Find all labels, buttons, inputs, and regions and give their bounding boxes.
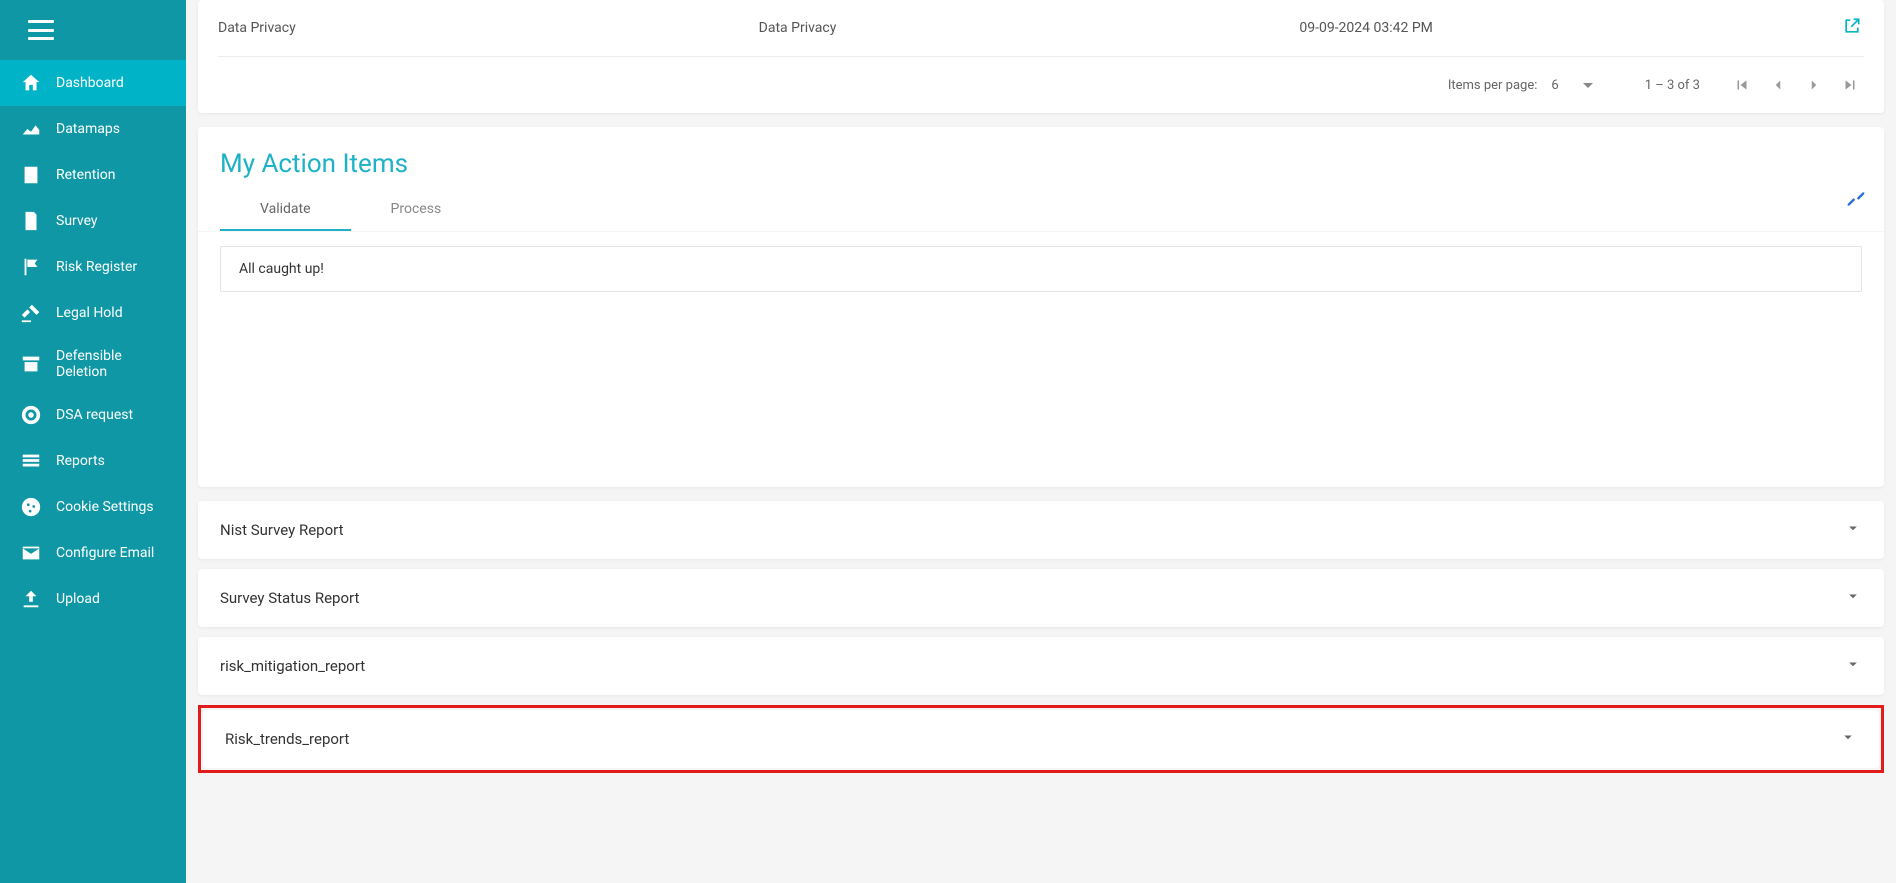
main-content: Data Privacy Data Privacy 09-09-2024 03:… <box>186 0 1896 883</box>
tab-validate[interactable]: Validate <box>220 189 351 231</box>
paginator: Items per page: 6 1 – 3 of 3 <box>218 57 1864 113</box>
cell-date: 09-09-2024 03:42 PM <box>1299 20 1840 36</box>
chevron-left-icon <box>1769 76 1787 94</box>
sidebar-item-label: Reports <box>56 453 105 469</box>
sidebar-item-label: Configure Email <box>56 545 154 561</box>
empty-state-message: All caught up! <box>220 246 1862 292</box>
sidebar-item-configure-email[interactable]: Configure Email <box>0 530 186 576</box>
sidebar: Dashboard Datamaps Retention Survey Risk… <box>0 0 186 883</box>
action-items-panel: My Action Items Validate Process All cau… <box>198 127 1884 487</box>
pager-label: Items per page: <box>1448 78 1538 93</box>
sidebar-item-label: Survey <box>56 213 98 229</box>
sidebar-item-label: Legal Hold <box>56 305 123 321</box>
list-icon <box>20 450 42 472</box>
open-external-button[interactable] <box>1840 16 1864 40</box>
first-page-icon <box>1733 76 1751 94</box>
sidebar-item-label: DSA request <box>56 407 133 423</box>
last-page-button[interactable] <box>1836 71 1864 99</box>
sidebar-item-dsa-request[interactable]: DSA request <box>0 392 186 438</box>
chevron-down-icon <box>1839 728 1857 750</box>
sidebar-item-label: Datamaps <box>56 121 120 137</box>
items-per-page-select[interactable]: 6 <box>1551 78 1592 93</box>
chevron-down-icon <box>1844 587 1862 609</box>
accordion-survey-status-report[interactable]: Survey Status Report <box>198 569 1884 627</box>
expand-panel-button[interactable] <box>1846 189 1866 213</box>
chevron-down-icon <box>1844 655 1862 677</box>
accordion-risk-mitigation-report[interactable]: risk_mitigation_report <box>198 637 1884 695</box>
sidebar-item-label: Retention <box>56 167 116 183</box>
accordion-risk-trends-report[interactable]: Risk_trends_report <box>203 710 1879 768</box>
accordion-title: risk_mitigation_report <box>220 657 365 675</box>
gavel-icon <box>20 302 42 324</box>
first-page-button[interactable] <box>1728 71 1756 99</box>
last-page-icon <box>1841 76 1859 94</box>
sidebar-item-datamaps[interactable]: Datamaps <box>0 106 186 152</box>
building-icon <box>20 164 42 186</box>
tab-content: All caught up! <box>198 232 1884 306</box>
tab-process[interactable]: Process <box>351 189 482 231</box>
hamburger-icon <box>28 20 54 40</box>
next-page-button[interactable] <box>1800 71 1828 99</box>
action-tabs: Validate Process <box>198 189 1884 232</box>
sidebar-item-upload[interactable]: Upload <box>0 576 186 622</box>
open-external-icon <box>1842 16 1862 36</box>
top-panel: Data Privacy Data Privacy 09-09-2024 03:… <box>198 0 1884 113</box>
pager-range: 1 – 3 of 3 <box>1645 78 1700 93</box>
sidebar-item-label: Upload <box>56 591 100 607</box>
prev-page-button[interactable] <box>1764 71 1792 99</box>
table-row: Data Privacy Data Privacy 09-09-2024 03:… <box>218 0 1864 57</box>
cell-category: Data Privacy <box>218 20 759 36</box>
chevron-right-icon <box>1805 76 1823 94</box>
accordion-nist-survey-report[interactable]: Nist Survey Report <box>198 501 1884 559</box>
cell-name: Data Privacy <box>759 20 1300 36</box>
menu-toggle-button[interactable] <box>0 0 186 60</box>
sidebar-item-risk-register[interactable]: Risk Register <box>0 244 186 290</box>
sidebar-item-label: Cookie Settings <box>56 499 154 515</box>
sidebar-item-reports[interactable]: Reports <box>0 438 186 484</box>
dropdown-arrow-icon <box>1583 83 1593 88</box>
envelope-icon <box>20 542 42 564</box>
life-ring-icon <box>20 404 42 426</box>
archive-icon <box>20 353 42 375</box>
accordion-title: Nist Survey Report <box>220 521 344 539</box>
flag-icon <box>20 256 42 278</box>
sidebar-item-cookie-settings[interactable]: Cookie Settings <box>0 484 186 530</box>
cookie-icon <box>20 496 42 518</box>
home-icon <box>20 72 42 94</box>
pager-value: 6 <box>1551 78 1558 93</box>
section-title: My Action Items <box>198 127 1884 189</box>
sidebar-item-label: Dashboard <box>56 75 124 91</box>
sidebar-item-dashboard[interactable]: Dashboard <box>0 60 186 106</box>
chevron-down-icon <box>1844 519 1862 541</box>
highlighted-accordion-wrap: Risk_trends_report <box>198 705 1884 773</box>
chart-area-icon <box>20 118 42 140</box>
sidebar-item-legal-hold[interactable]: Legal Hold <box>0 290 186 336</box>
sidebar-item-survey[interactable]: Survey <box>0 198 186 244</box>
sidebar-item-retention[interactable]: Retention <box>0 152 186 198</box>
expand-icon <box>1846 189 1866 209</box>
file-icon <box>20 210 42 232</box>
sidebar-item-label: Defensible Deletion <box>56 348 166 380</box>
sidebar-nav: Dashboard Datamaps Retention Survey Risk… <box>0 60 186 622</box>
accordion-title: Survey Status Report <box>220 589 359 607</box>
sidebar-item-defensible-deletion[interactable]: Defensible Deletion <box>0 336 186 392</box>
upload-icon <box>20 588 42 610</box>
accordion-title: Risk_trends_report <box>225 730 349 748</box>
sidebar-item-label: Risk Register <box>56 259 137 275</box>
